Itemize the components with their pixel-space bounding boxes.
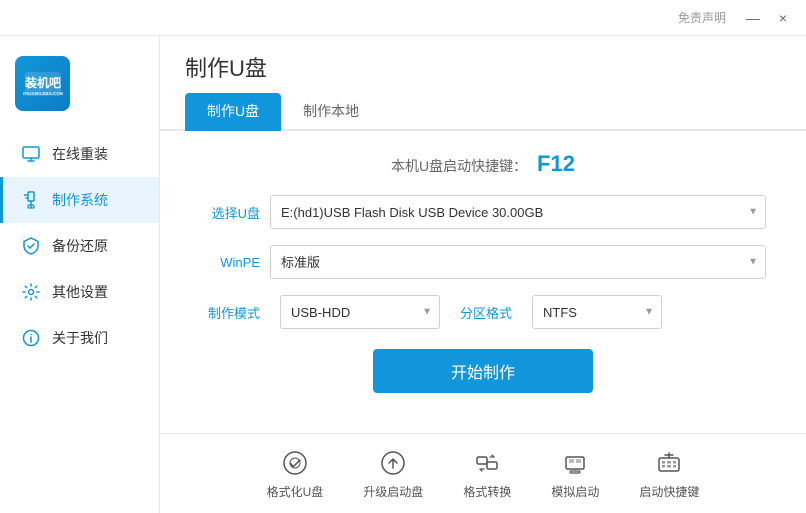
- gear-icon: [20, 281, 42, 303]
- sidebar-label-make-system: 制作系统: [52, 190, 108, 210]
- boot-shortcut-label: 启动快捷键: [639, 483, 699, 500]
- winpe-select-row: WinPE 标准版 精简版 高级版 ▼: [200, 245, 766, 279]
- minimize-button[interactable]: —: [740, 8, 766, 28]
- sidebar-item-backup-restore[interactable]: 备份还原: [0, 223, 159, 269]
- app-container: 装机吧 ZHUANGJIBA.COM 在线重装: [0, 36, 806, 513]
- bottom-tool-boot-shortcut[interactable]: 启动快捷键: [639, 448, 699, 500]
- shortcut-hint: 本机U盘启动快捷键： F12: [200, 151, 766, 177]
- winpe-select-wrapper: 标准版 精简版 高级版 ▼: [270, 245, 766, 279]
- logo-area: 装机吧 ZHUANGJIBA.COM: [0, 46, 85, 131]
- part-select[interactable]: NTFS FAT32 exFAT: [532, 295, 662, 329]
- shield-icon: [20, 235, 42, 257]
- usb-select-row: 选择U盘 E:(hd1)USB Flash Disk USB Device 30…: [200, 195, 766, 229]
- content-header: 制作U盘: [160, 36, 806, 83]
- info-icon: [20, 327, 42, 349]
- mode-select-wrapper: USB-HDD USB-ZIP USB-FDD ▼: [280, 295, 440, 329]
- winpe-label: WinPE: [200, 255, 260, 270]
- sidebar-label-backup-restore: 备份还原: [52, 236, 108, 256]
- shortcut-prefix: 本机U盘启动快捷键：: [391, 158, 527, 174]
- sidebar-label-about-us: 关于我们: [52, 328, 108, 348]
- form-area: 本机U盘启动快捷键： F12 选择U盘 E:(hd1)USB Flash Dis…: [160, 131, 806, 433]
- usb-icon: [20, 189, 42, 211]
- sidebar-item-make-system[interactable]: 制作系统: [0, 177, 159, 223]
- bottom-tool-format-usb[interactable]: 格式化U盘: [267, 448, 324, 500]
- format-usb-icon: [280, 448, 310, 478]
- simulate-boot-label: 模拟启动: [551, 483, 599, 500]
- svg-text:装机吧: 装机吧: [23, 75, 60, 90]
- mode-partition-row: 制作模式 USB-HDD USB-ZIP USB-FDD ▼ 分区格式 NTFS…: [200, 295, 766, 329]
- sidebar-label-other-settings: 其他设置: [52, 282, 108, 302]
- disclaimer-link[interactable]: 免责声明: [678, 9, 726, 26]
- upgrade-boot-icon: [378, 448, 408, 478]
- simulate-boot-icon: [560, 448, 590, 478]
- mode-select[interactable]: USB-HDD USB-ZIP USB-FDD: [280, 295, 440, 329]
- usb-label: 选择U盘: [200, 203, 260, 222]
- sidebar-item-about-us[interactable]: 关于我们: [0, 315, 159, 361]
- sidebar-item-online-reinstall[interactable]: 在线重装: [0, 131, 159, 177]
- sidebar: 装机吧 ZHUANGJIBA.COM 在线重装: [0, 36, 160, 513]
- tabs-bar: 制作U盘 制作本地: [160, 93, 806, 131]
- bottom-tool-upgrade-boot[interactable]: 升级启动盘: [363, 448, 423, 500]
- bottom-tool-simulate-boot[interactable]: 模拟启动: [551, 448, 599, 500]
- upgrade-boot-label: 升级启动盘: [363, 483, 423, 500]
- winpe-select[interactable]: 标准版 精简版 高级版: [270, 245, 766, 279]
- svg-text:ZHUANGJIBA.COM: ZHUANGJIBA.COM: [23, 91, 63, 96]
- usb-select-wrapper: E:(hd1)USB Flash Disk USB Device 30.00GB…: [270, 195, 766, 229]
- active-bar: [0, 177, 3, 223]
- close-button[interactable]: ×: [770, 8, 796, 28]
- sidebar-label-online-reinstall: 在线重装: [52, 144, 108, 164]
- bottom-bar: 格式化U盘 升级启动盘: [160, 433, 806, 513]
- part-select-wrapper: NTFS FAT32 exFAT ▼: [532, 295, 662, 329]
- logo-box: 装机吧 ZHUANGJIBA.COM: [15, 56, 70, 111]
- title-bar: 免责声明 — ×: [0, 0, 806, 36]
- format-convert-icon: [472, 448, 502, 478]
- tab-make-usb[interactable]: 制作U盘: [185, 93, 281, 131]
- monitor-icon: [20, 143, 42, 165]
- mode-label: 制作模式: [200, 303, 260, 322]
- bottom-tool-format-convert[interactable]: 格式转换: [463, 448, 511, 500]
- page-title: 制作U盘: [185, 51, 267, 83]
- format-usb-label: 格式化U盘: [267, 483, 324, 500]
- boot-shortcut-icon: [654, 448, 684, 478]
- sidebar-item-other-settings[interactable]: 其他设置: [0, 269, 159, 315]
- part-label: 分区格式: [460, 303, 512, 322]
- shortcut-key: F12: [537, 151, 575, 176]
- logo-icon: 装机吧 ZHUANGJIBA.COM: [23, 64, 63, 104]
- format-convert-label: 格式转换: [463, 483, 511, 500]
- start-button[interactable]: 开始制作: [373, 349, 593, 393]
- tab-make-local[interactable]: 制作本地: [281, 93, 381, 131]
- content-area: 制作U盘 制作U盘 制作本地 本机U盘启动快捷键： F12 选择U盘 E:(hd…: [160, 36, 806, 513]
- usb-select[interactable]: E:(hd1)USB Flash Disk USB Device 30.00GB: [270, 195, 766, 229]
- title-bar-actions: 免责声明 — ×: [678, 8, 796, 28]
